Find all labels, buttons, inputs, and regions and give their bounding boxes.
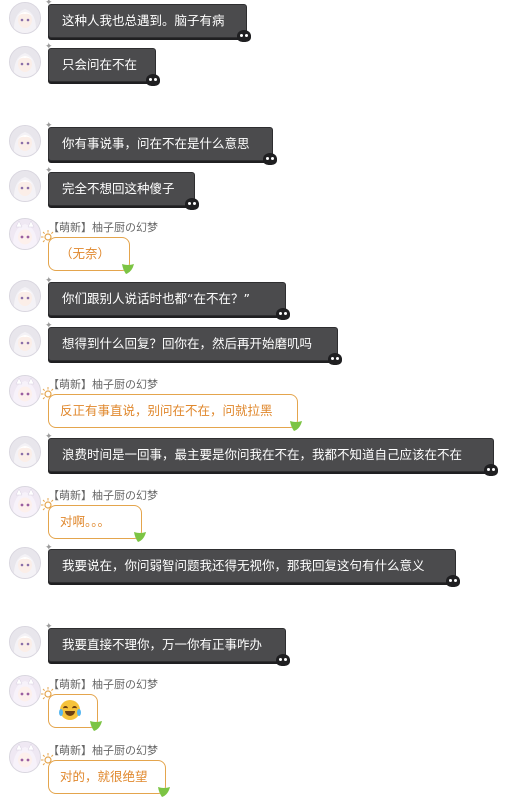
bubble-cat-icon [276,308,290,320]
bubble-cat-icon [484,464,498,476]
bubble-cat-icon [276,654,290,666]
avatar[interactable] [9,325,41,357]
sparkle-icon: ✦ [45,432,53,442]
message-bubble[interactable]: ✦ 只会问在不在 [45,43,160,86]
sun-icon [41,498,54,511]
sun-icon [41,687,54,700]
leaf-icon [290,421,302,431]
leaf-icon [122,264,134,274]
message-text: 浪费时间是一回事，最主要是你问我在不在，我都不知道自己应该在不在 [62,447,463,462]
sender-name: 【萌新】柚子厨の幻梦 [48,744,158,757]
message-bubble[interactable]: ✦ 想得到什么回复？回你在，然后再开始磨叽吗 [45,322,342,365]
sender-name: 【萌新】柚子厨の幻梦 [48,678,158,691]
sparkle-icon: ✦ [45,42,53,52]
sparkle-icon: ✦ [45,543,53,553]
message-text: 你有事说事，问在不在是什么意思 [62,136,250,151]
avatar[interactable] [9,547,41,579]
message-text: 对的，就很绝望 [60,769,148,784]
sun-icon [41,753,54,766]
sender-name: 【萌新】柚子厨の幻梦 [48,221,158,234]
message-text: 反正有事直说，别问在不在，问就拉黑 [60,403,273,418]
bubble-cat-icon [328,353,342,365]
message-text: 只会问在不在 [62,57,138,72]
sparkle-icon: ✦ [45,166,53,176]
avatar[interactable] [9,436,41,468]
message-text: 想得到什么回复？回你在，然后再开始磨叽吗 [62,336,313,351]
message-text: 完全不想回这种傻子 [62,181,175,196]
sparkle-icon: ✦ [45,622,53,632]
avatar[interactable] [9,741,41,773]
avatar[interactable] [9,675,41,707]
avatar[interactable] [9,218,41,250]
sparkle-icon: ✦ [45,121,53,131]
message-bubble[interactable]: ✦ 这种人我也总遇到。脑子有病 [45,0,251,42]
bubble-cat-icon [146,74,160,86]
message-text: 这种人我也总遇到。脑子有病 [62,13,225,28]
message-bubble[interactable]: ✦ 你有事说事，问在不在是什么意思 [45,122,277,165]
avatar[interactable] [9,280,41,312]
avatar[interactable] [9,626,41,658]
bubble-cat-icon [446,575,460,587]
message-bubble[interactable]: 对啊。。。 [41,498,146,542]
sun-icon [41,387,54,400]
message-bubble[interactable]: ✦ 你们跟别人说话时也都“在不在？” [45,277,290,320]
message-bubble[interactable]: 对的，就很绝望 [41,753,170,797]
message-text: （无奈） [60,246,111,261]
avatar[interactable] [9,2,41,34]
leaf-icon [90,721,102,731]
sun-icon [41,230,54,243]
sender-name: 【萌新】柚子厨の幻梦 [48,489,158,502]
bubble-cat-icon [263,153,277,165]
message-bubble[interactable]: ✦ 完全不想回这种傻子 [45,167,199,210]
message-bubble[interactable]: ✦ 浪费时间是一回事，最主要是你问我在不在，我都不知道自己应该在不在 [45,433,498,476]
leaf-icon [134,532,146,542]
avatar[interactable] [9,375,41,407]
message-bubble[interactable]: 反正有事直说，别问在不在，问就拉黑 [41,387,302,431]
sparkle-icon: ✦ [45,276,53,286]
joy-tears-emoji-icon [59,700,81,720]
message-bubble[interactable]: （无奈） [41,230,134,274]
avatar[interactable] [9,170,41,202]
bubble-cat-icon [237,30,251,42]
leaf-icon [158,787,170,797]
avatar[interactable] [9,486,41,518]
message-text: 你们跟别人说话时也都“在不在？” [62,291,250,306]
message-text: 我要说在，你问弱智问题我还得无视你，那我回复这句有什么意义 [62,558,425,573]
bubble-cat-icon [185,198,199,210]
sender-name: 【萌新】柚子厨の幻梦 [48,378,158,391]
message-text: 我要直接不理你，万一你有正事咋办 [62,637,263,652]
avatar[interactable] [9,125,41,157]
message-bubble[interactable]: ✦ 我要说在，你问弱智问题我还得无视你，那我回复这句有什么意义 [45,544,460,587]
message-text: 对啊。。。 [60,514,111,529]
message-bubble[interactable]: ✦ 我要直接不理你，万一你有正事咋办 [45,623,290,666]
sparkle-icon: ✦ [45,321,53,331]
avatar[interactable] [9,46,41,78]
message-bubble[interactable] [41,687,102,731]
sparkle-icon: ✦ [45,0,53,8]
